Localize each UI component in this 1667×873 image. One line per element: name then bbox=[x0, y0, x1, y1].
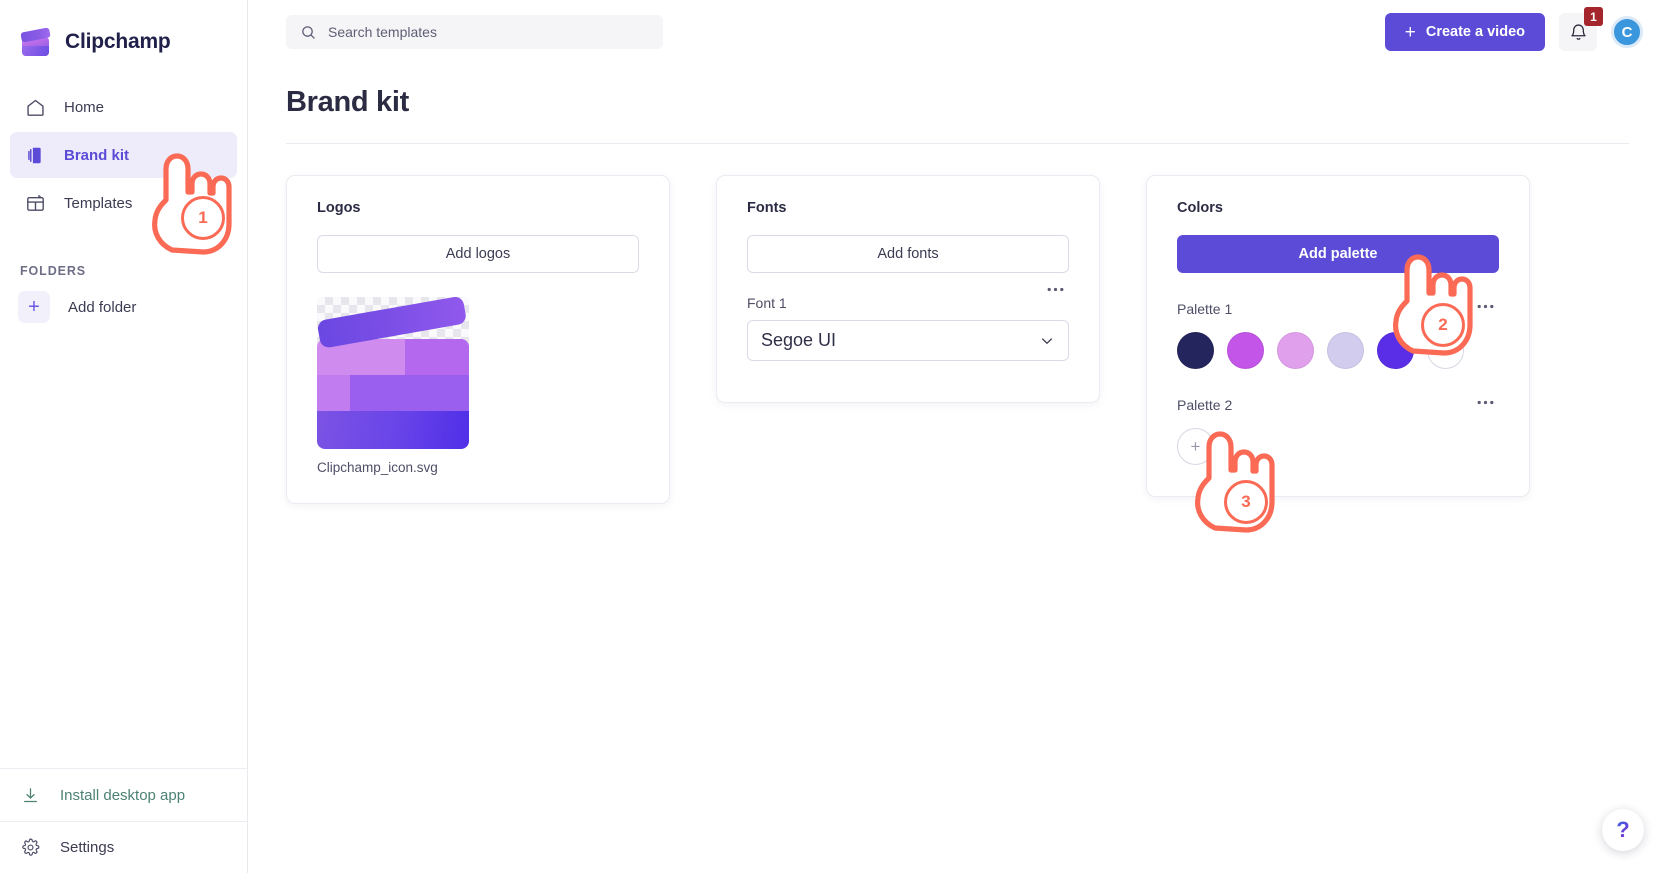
font-selected-value: Segoe UI bbox=[761, 330, 837, 350]
logo-item[interactable]: Clipchamp_icon.svg bbox=[317, 297, 469, 475]
clipchamp-app: Clipchamp Home Brand kit Templates FOLDE… bbox=[0, 0, 1667, 873]
sidebar-bottom: Install desktop app Settings bbox=[0, 768, 247, 873]
annotation-step-1: 1 bbox=[181, 196, 225, 240]
palette-1-swatch-4[interactable] bbox=[1327, 332, 1364, 369]
home-icon bbox=[24, 96, 46, 118]
sidebar-item-label: Templates bbox=[64, 194, 133, 212]
divider bbox=[286, 143, 1629, 144]
page-content: Brand kit Logos Add logos Clipchamp_icon… bbox=[248, 64, 1667, 504]
annotation-step-2: 2 bbox=[1421, 303, 1465, 347]
brand-name: Clipchamp bbox=[65, 30, 171, 53]
colors-card-title: Colors bbox=[1177, 200, 1223, 216]
topbar-actions: + Create a video 1 C bbox=[1384, 7, 1643, 51]
add-logos-button[interactable]: Add logos bbox=[317, 235, 639, 273]
topbar: Search templates + Create a video 1 C bbox=[248, 0, 1667, 64]
ellipsis-icon bbox=[1047, 287, 1063, 292]
page-title: Brand kit bbox=[286, 86, 409, 118]
add-folder-label: Add folder bbox=[68, 298, 137, 316]
notifications-button[interactable]: 1 bbox=[1559, 7, 1603, 51]
brand-kit-icon bbox=[24, 144, 46, 166]
avatar[interactable]: C bbox=[1611, 16, 1643, 48]
notification-badge: 1 bbox=[1584, 7, 1603, 26]
install-desktop-app-button[interactable]: Install desktop app bbox=[0, 769, 247, 821]
clipchamp-clapperboard-icon bbox=[20, 27, 52, 57]
sidebar-item-home[interactable]: Home bbox=[10, 84, 237, 130]
add-folder-button[interactable]: + Add folder bbox=[10, 284, 237, 330]
palette-2-row: Palette 2 bbox=[1177, 392, 1499, 418]
annotation-step-3: 3 bbox=[1224, 480, 1268, 524]
logos-card-title: Logos bbox=[317, 200, 361, 216]
font-more-options-button[interactable] bbox=[1041, 279, 1069, 305]
question-mark-icon: ? bbox=[1616, 817, 1630, 842]
create-a-video-label: Create a video bbox=[1425, 24, 1525, 40]
add-fonts-button[interactable]: Add fonts bbox=[747, 235, 1069, 273]
brand-logo-header[interactable]: Clipchamp bbox=[0, 0, 247, 62]
folders-heading: FOLDERS bbox=[20, 264, 87, 278]
plus-icon: + bbox=[18, 291, 50, 323]
search-input[interactable]: Search templates bbox=[286, 15, 663, 49]
main-content: Search templates + Create a video 1 C Br… bbox=[248, 0, 1667, 873]
search-placeholder: Search templates bbox=[328, 24, 437, 40]
search-icon bbox=[300, 24, 317, 41]
sidebar-item-label: Brand kit bbox=[64, 146, 130, 164]
sidebar-item-brand-kit[interactable]: Brand kit bbox=[10, 132, 237, 178]
palette-2-more-options-button[interactable] bbox=[1471, 392, 1499, 418]
settings-button[interactable]: Settings bbox=[0, 821, 247, 873]
add-palette-button[interactable]: Add palette bbox=[1177, 235, 1499, 273]
palette-1-swatch-3[interactable] bbox=[1277, 332, 1314, 369]
logo-thumbnail bbox=[317, 297, 469, 449]
font-select[interactable]: Segoe UI bbox=[747, 320, 1069, 361]
sidebar-item-label: Home bbox=[64, 98, 105, 116]
install-desktop-app-label: Install desktop app bbox=[60, 786, 186, 804]
sidebar: Clipchamp Home Brand kit Templates FOLDE… bbox=[0, 0, 248, 873]
palette-1-swatch-2[interactable] bbox=[1227, 332, 1264, 369]
logo-filename: Clipchamp_icon.svg bbox=[317, 460, 438, 475]
ellipsis-icon bbox=[1477, 400, 1493, 405]
font-row: Font 1 bbox=[747, 273, 1069, 311]
download-icon bbox=[20, 785, 40, 805]
palette-2-swatches: + bbox=[1177, 428, 1499, 465]
palette-1-label: Palette 1 bbox=[1177, 301, 1233, 317]
templates-icon bbox=[24, 192, 46, 214]
fonts-card: Fonts Add fonts Font 1 Segoe UI bbox=[716, 175, 1100, 403]
palette-2-label: Palette 2 bbox=[1177, 397, 1233, 413]
create-a-video-button[interactable]: + Create a video bbox=[1384, 13, 1545, 51]
palette-1-swatch-5[interactable] bbox=[1377, 332, 1414, 369]
chevron-down-icon bbox=[1039, 333, 1055, 349]
palette-1-more-options-button[interactable] bbox=[1471, 296, 1499, 322]
colors-card: Colors Add palette Palette 1 + Palette 2… bbox=[1146, 175, 1530, 497]
palette-2-add-swatch[interactable]: + bbox=[1177, 428, 1214, 465]
plus-icon: + bbox=[1404, 21, 1416, 43]
help-button[interactable]: ? bbox=[1602, 809, 1644, 851]
font-label: Font 1 bbox=[747, 295, 787, 311]
gear-icon bbox=[20, 838, 40, 858]
settings-label: Settings bbox=[60, 839, 115, 856]
palette-1-swatch-1[interactable] bbox=[1177, 332, 1214, 369]
ellipsis-icon bbox=[1477, 304, 1493, 309]
fonts-card-title: Fonts bbox=[747, 200, 787, 216]
logos-card: Logos Add logos Clipchamp_icon.svg bbox=[286, 175, 670, 504]
